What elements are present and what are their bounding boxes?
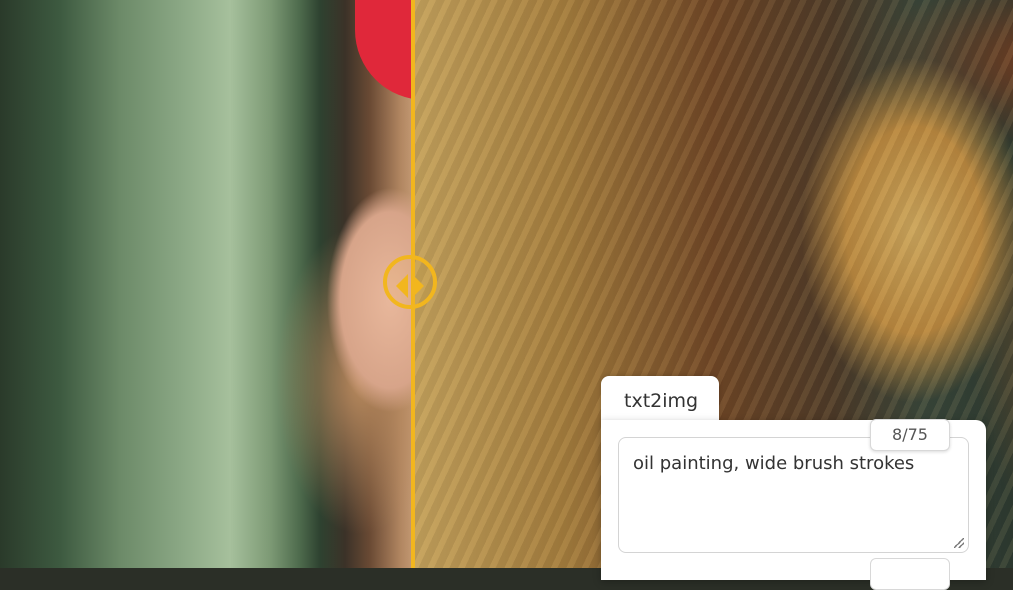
original-photo <box>0 0 435 568</box>
token-counter-secondary <box>870 558 950 590</box>
slider-handle[interactable] <box>383 255 437 309</box>
token-counter: 8/75 <box>870 419 950 451</box>
arrow-right-icon <box>412 274 424 298</box>
arrow-left-icon <box>396 274 408 298</box>
prompt-textarea[interactable]: oil painting, wide brush strokes <box>618 437 969 553</box>
tab-txt2img[interactable]: txt2img <box>601 376 719 426</box>
tab-label: txt2img <box>624 390 699 412</box>
resize-handle-icon[interactable] <box>954 538 964 548</box>
prompt-text: oil painting, wide brush strokes <box>633 453 915 474</box>
